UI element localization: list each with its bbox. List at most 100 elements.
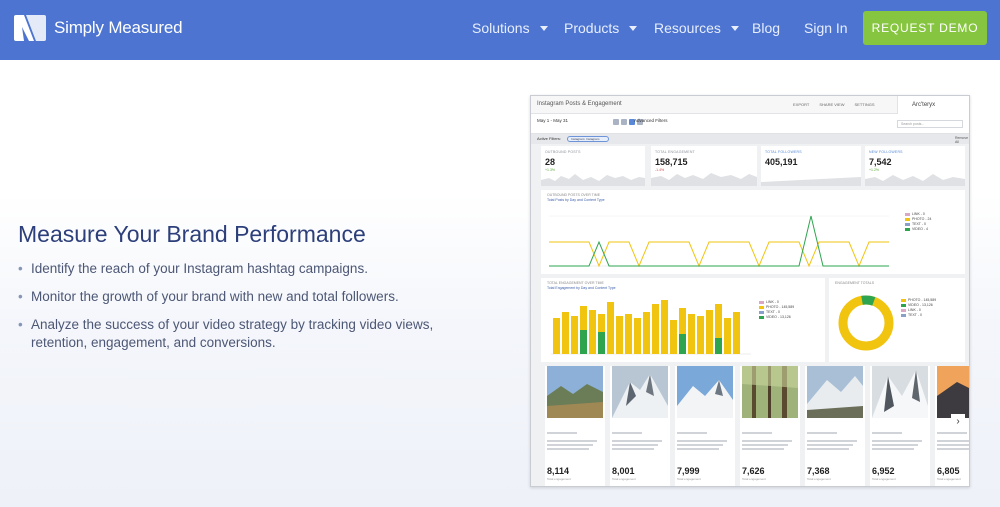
caption-placeholder <box>742 432 792 450</box>
post-caption-text <box>807 432 861 457</box>
nav-products[interactable]: Products <box>564 20 638 36</box>
active-filters-bar: Active Filters: Instagram: Instagram Rem… <box>531 134 969 144</box>
stat-total-followers: TOTAL FOLLOWERS 405,191 <box>761 146 861 186</box>
post-caption-text <box>677 432 731 457</box>
request-demo-button[interactable]: REQUEST DEMO <box>863 11 987 45</box>
legend-label: VIDEO - 4 <box>912 227 928 231</box>
legend-swatch <box>905 213 910 216</box>
post-caption-text <box>937 432 969 457</box>
legend-swatch <box>759 316 764 319</box>
panel-subtitle: Total Engagement by Day and Content Type <box>547 286 616 290</box>
brand-logo[interactable]: Simply Measured <box>12 13 183 43</box>
posts-legend: LINK - 0 PHOTO - 24 TEXT - 0 VIDEO - 4 <box>905 212 931 232</box>
post-caption-text <box>547 432 601 457</box>
post-card: 7,626 Total engagement <box>740 366 800 486</box>
top-nav: Simply Measured Solutions Products Resou… <box>0 0 1000 60</box>
bullet-item: Analyze the success of your video strate… <box>18 316 488 352</box>
post-engagement-value: 8,114 <box>547 466 570 476</box>
post-engagement-value: 7,626 <box>742 466 765 476</box>
post-caption-text <box>612 432 666 457</box>
panel-subtitle: Total Posts by Day and Content Type <box>547 198 605 202</box>
engagement-legend: LINK - 0 PHOTO - 145,589 TEXT - 0 VIDEO … <box>759 300 794 320</box>
caption-placeholder <box>677 432 727 450</box>
legend-swatch <box>901 304 906 307</box>
post-card: 8,114 Total engagement <box>545 366 605 486</box>
export-link: EXPORT <box>793 102 810 107</box>
engagement-bar-chart <box>551 300 751 355</box>
bullet-item: Monitor the growth of your brand with ne… <box>18 288 488 306</box>
sparkline <box>651 173 757 186</box>
nav-label: Products <box>564 20 620 36</box>
legend-item: TEXT - 0 <box>901 313 936 318</box>
sparkline <box>761 177 861 186</box>
nav-blog[interactable]: Blog <box>752 20 780 36</box>
stat-total-engagement: TOTAL ENGAGEMENT 158,715 -1.4% <box>651 146 757 186</box>
nav-resources[interactable]: Resources <box>654 20 739 36</box>
legend-swatch <box>901 309 906 312</box>
dashboard-title: Instagram Posts & Engagement <box>537 101 622 107</box>
hero-bullets: Identify the reach of your Instagram has… <box>18 260 488 362</box>
engagement-donut-chart <box>838 295 894 351</box>
date-range: May 1 - May 31 <box>537 118 569 123</box>
caption-placeholder <box>807 432 857 450</box>
stat-label: OUTBOUND POSTS <box>545 150 581 154</box>
engagement-totals-panel: ENGAGEMENT TOTALS PHOTO - 145,589 VIDEO … <box>829 278 965 362</box>
nav-solutions[interactable]: Solutions <box>472 20 548 36</box>
sparkline <box>865 174 965 186</box>
panel-title: TOTAL ENGAGEMENT OVER TIME <box>547 281 604 285</box>
legend-item: VIDEO - 4 <box>905 227 931 232</box>
legend-swatch <box>905 228 910 231</box>
stat-new-followers: NEW FOLLOWERS 7,542 +1.2% <box>865 146 965 186</box>
twitter-icon <box>621 119 627 125</box>
legend-swatch <box>759 301 764 304</box>
post-engagement-label: Total engagement <box>742 477 766 481</box>
post-engagement-label: Total engagement <box>872 477 896 481</box>
settings-link: SETTINGS <box>854 102 875 107</box>
post-engagement-label: Total engagement <box>807 477 831 481</box>
post-caption-text <box>742 432 796 457</box>
post-engagement-value: 7,368 <box>807 466 830 476</box>
caret-down-icon <box>730 25 739 31</box>
post-photo-image <box>937 366 969 418</box>
nav-sign-in[interactable]: Sign In <box>804 20 848 36</box>
post-photo-image <box>872 366 928 418</box>
remove-all-link: Remove All <box>955 136 969 144</box>
stat-outbound-posts: OUTBOUND POSTS 28 +1.3% <box>541 146 645 186</box>
hero-headline: Measure Your Brand Performance <box>18 221 366 247</box>
sparkline <box>541 174 645 186</box>
post-card: 8,001 Total engagement <box>610 366 670 486</box>
chevron-right-icon: › <box>951 414 965 430</box>
nav-label: Solutions <box>472 20 530 36</box>
panel-title: ENGAGEMENT TOTALS <box>835 281 875 285</box>
totals-legend: PHOTO - 145,589 VIDEO - 13,126 LINK - 0 … <box>901 298 936 318</box>
stat-label: TOTAL FOLLOWERS <box>765 150 802 154</box>
posts-line-chart <box>549 215 889 268</box>
caption-placeholder <box>547 432 597 450</box>
post-photo-image <box>742 366 798 418</box>
stat-label: NEW FOLLOWERS <box>869 150 903 154</box>
posts-over-time-panel: OUTBOUND POSTS OVER TIME Total Posts by … <box>541 190 965 274</box>
post-engagement-value: 7,999 <box>677 466 700 476</box>
post-engagement-label: Total engagement <box>547 477 571 481</box>
legend-label: VIDEO - 13,126 <box>766 315 791 319</box>
account-selector: Arc'teryx <box>897 96 969 114</box>
legend-swatch <box>905 223 910 226</box>
post-engagement-label: Total engagement <box>937 477 961 481</box>
bullet-item: Identify the reach of your Instagram has… <box>18 260 488 278</box>
simply-measured-logo-icon <box>14 15 46 41</box>
nav-label: Sign In <box>804 20 848 36</box>
advanced-filters: Advanced Filters <box>634 118 668 123</box>
post-card: 7,999 Total engagement <box>675 366 735 486</box>
post-card: 6,952 Total engagement <box>870 366 930 486</box>
stat-value: 28 <box>545 157 556 167</box>
panel-title: OUTBOUND POSTS OVER TIME <box>547 193 601 197</box>
post-photo-image <box>677 366 733 418</box>
post-engagement-label: Total engagement <box>677 477 701 481</box>
filter-chip: Instagram: Instagram <box>567 136 609 142</box>
caption-placeholder <box>872 432 922 450</box>
caption-placeholder <box>612 432 662 450</box>
post-photo-image <box>547 366 603 418</box>
caption-placeholder <box>937 432 969 450</box>
nav-label: Blog <box>752 20 781 36</box>
legend-label: TEXT - 0 <box>908 313 922 317</box>
